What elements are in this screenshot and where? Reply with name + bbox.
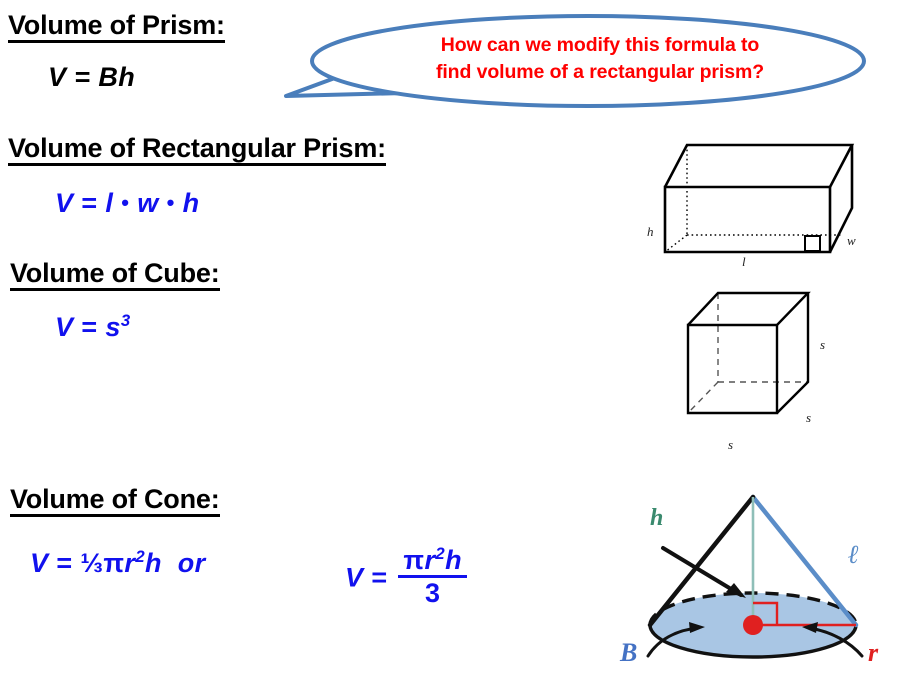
cube-label-right: s (820, 337, 826, 352)
formula-cone-pi: π (103, 548, 125, 578)
slide-canvas: Volume of Prism: V = Bh How can we modif… (0, 0, 900, 675)
heading-volume-of-cube-text: Volume of Cube: (10, 259, 220, 292)
formula-rect-height: h (182, 188, 200, 218)
formula-cone-frac-h: h (445, 545, 463, 575)
formula-cone-one-third: ⅓ (80, 548, 104, 578)
formula-volume-of-rectangular-prism: V = l • w • h (55, 188, 200, 219)
cube-svg (686, 291, 811, 415)
formula-cube-v: V (55, 312, 74, 342)
formula-cone-r: r (124, 548, 136, 578)
cone-label-radius: r (868, 638, 879, 667)
formula-cone-fraction-stack: πr2h 3 (398, 544, 468, 609)
cone-center-point (743, 615, 763, 635)
formula-cone-frac-pi: π (403, 545, 425, 575)
formula-cone-frac-equals: = (371, 562, 388, 593)
formula-rect-length: l (105, 188, 114, 218)
formula-cone-fraction-numerator: πr2h (398, 544, 468, 579)
prism-label-width: w (847, 233, 856, 248)
formula-rect-v: V (55, 188, 74, 218)
cone-diagram: h ℓ B r (610, 480, 900, 670)
formula-rect-dot-1: • (121, 190, 130, 215)
heading-volume-of-rectangular-prism: Volume of Rectangular Prism: (8, 133, 386, 167)
heading-volume-of-cone-text: Volume of Cone: (10, 485, 220, 518)
formula-volume-of-cone-decimal: V = ⅓πr2h or (30, 548, 206, 579)
formula-cube-exponent: 3 (120, 311, 131, 330)
formula-cone-h: h (145, 548, 162, 578)
formula-cube-s: s (105, 312, 121, 342)
prism-right-angle-marker (804, 235, 821, 252)
cone-label-slant: ℓ (848, 540, 860, 569)
formula-cone-frac-exponent: 2 (435, 544, 446, 563)
heading-volume-of-prism: Volume of Prism: (8, 10, 225, 44)
formula-rect-equals: = (81, 188, 98, 218)
cone-label-base: B (620, 638, 638, 667)
prism-top-and-right-faces (663, 143, 855, 253)
callout-line-1: How can we modify this formula to (440, 34, 760, 56)
formula-cone-r-exponent: 2 (135, 547, 146, 566)
cube-top-and-right-faces (687, 291, 811, 414)
formula-cone-fraction-denominator: 3 (425, 578, 441, 609)
prism-label-length: l (742, 254, 746, 269)
callout-line-2: find volume of a rectangular prism? (435, 60, 765, 83)
cube-label-bottom: s (728, 437, 734, 452)
formula-cone-frac-r: r (424, 545, 436, 575)
formula-cone-equals: = (56, 548, 73, 578)
formula-rect-width: w (137, 188, 159, 218)
formula-volume-of-prism-text: V = Bh (48, 62, 136, 92)
formula-rect-dot-2: • (166, 190, 175, 215)
heading-volume-of-cone: Volume of Cone: (10, 484, 220, 518)
formula-volume-of-cone-fraction: V = πr2h 3 (345, 544, 468, 611)
callout-text: How can we modify this formula to find v… (370, 32, 830, 86)
formula-cone-frac-v: V (345, 562, 364, 593)
prism-label-height: h (647, 224, 654, 239)
formula-volume-of-prism: V = Bh (48, 62, 135, 93)
heading-volume-of-prism-text: Volume of Prism: (8, 11, 225, 44)
formula-cone-or: or (177, 548, 206, 578)
heading-volume-of-cube: Volume of Cube: (10, 258, 220, 292)
cube-label-lower-right: s (806, 410, 812, 425)
formula-cone-v: V (30, 548, 49, 578)
callout-bubble: How can we modify this formula to find v… (282, 12, 868, 110)
formula-cube-equals: = (81, 312, 98, 342)
cube-diagram: s s s (680, 285, 880, 475)
cone-label-height: h (650, 505, 664, 531)
rectangular-prism-svg (663, 143, 855, 254)
formula-volume-of-cube: V = s3 (55, 312, 131, 343)
rectangular-prism-diagram: h w l (647, 140, 875, 270)
heading-volume-of-rectangular-prism-text: Volume of Rectangular Prism: (8, 134, 386, 167)
